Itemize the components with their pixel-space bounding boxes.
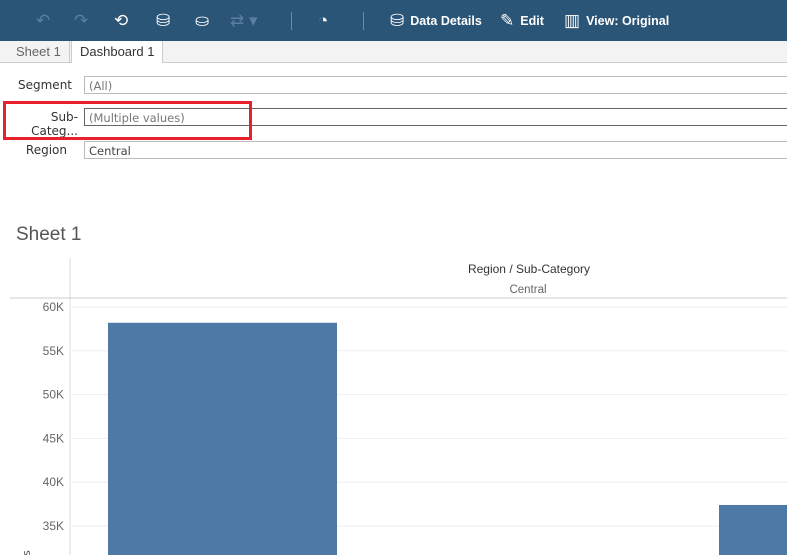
y-tick-label: 60K: [43, 300, 64, 314]
y-tick-label: 55K: [43, 344, 64, 358]
y-axis-title-fragment: s: [20, 550, 33, 555]
region-header: Central: [509, 284, 546, 296]
y-tick-label: 40K: [43, 475, 64, 489]
bar[interactable]: [719, 504, 787, 555]
y-tick-label: 45K: [43, 431, 64, 445]
y-tick-label: 35K: [43, 519, 64, 533]
bar-chart: Region / Sub-Category Central s 60K 55K 50…: [10, 258, 787, 555]
column-header: Region / Sub-Category: [468, 262, 590, 276]
bar[interactable]: [108, 322, 337, 555]
y-tick-label: 50K: [43, 388, 64, 402]
